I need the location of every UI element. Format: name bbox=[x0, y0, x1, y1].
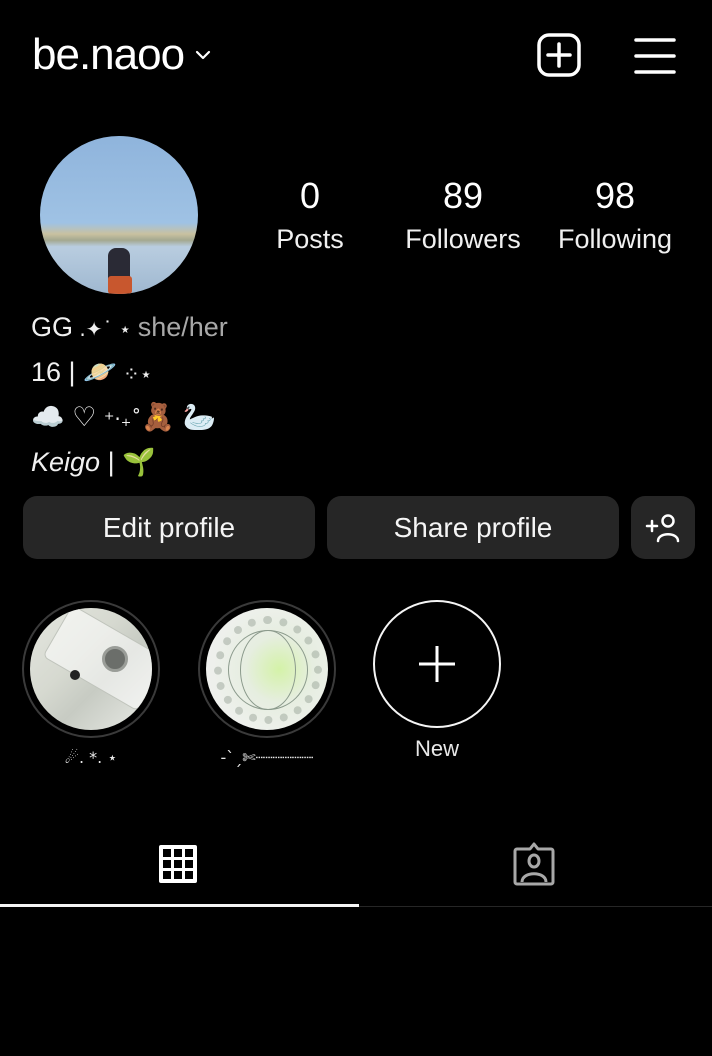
edit-profile-button[interactable]: Edit profile bbox=[23, 496, 315, 559]
bio-age: 16 | bbox=[31, 357, 84, 387]
highlight-label: ☄︎. *. ⋆ bbox=[64, 748, 118, 767]
bio-separator: | bbox=[100, 447, 123, 477]
sparkle-decoration-2: ⁺‧₊˚ bbox=[103, 407, 142, 431]
posts-count: 0 bbox=[299, 175, 321, 216]
name-decoration: .✦˙ ⋆ bbox=[73, 317, 138, 341]
add-person-icon bbox=[645, 513, 680, 542]
profile-tabs bbox=[0, 820, 712, 908]
tab-divider bbox=[359, 906, 712, 907]
bio: GG .✦˙ ⋆ she/her 16 | 🪐 ⁘⋆ ☁️ ♡ ⁺‧₊˚🧸 🦢 … bbox=[31, 306, 228, 484]
sparkle-decoration: ⁘⋆ bbox=[116, 362, 153, 386]
bio-name-line: GG .✦˙ ⋆ she/her bbox=[31, 306, 228, 351]
new-highlight-button[interactable]: New bbox=[367, 600, 507, 762]
stat-following[interactable]: 98 Following bbox=[540, 176, 690, 256]
seedling-emoji: 🌱 bbox=[122, 447, 156, 477]
planet-emoji: 🪐 bbox=[83, 357, 117, 387]
bio-line-4: Keigo | 🌱 bbox=[31, 441, 228, 484]
bio-keigo: Keigo bbox=[31, 447, 101, 477]
display-name: GG bbox=[31, 312, 74, 342]
plus-icon bbox=[419, 646, 455, 682]
hamburger-menu-icon[interactable] bbox=[634, 36, 676, 78]
pronouns: she/her bbox=[137, 312, 228, 342]
new-post-icon[interactable] bbox=[536, 32, 582, 78]
cassette-shape bbox=[42, 608, 152, 712]
tab-posts-grid[interactable] bbox=[0, 820, 356, 908]
cassette-reel bbox=[102, 646, 128, 672]
avatar-figure-reflection bbox=[108, 276, 132, 294]
new-highlight-label: New bbox=[414, 736, 459, 761]
bio-line-3: ☁️ ♡ ⁺‧₊˚🧸 🦢 bbox=[31, 396, 228, 441]
active-tab-indicator bbox=[0, 904, 359, 907]
cassette-dot bbox=[70, 670, 80, 680]
new-highlight-circle bbox=[373, 600, 501, 728]
avatar[interactable] bbox=[40, 136, 198, 294]
share-profile-button[interactable]: Share profile bbox=[327, 496, 619, 559]
highlight-ring bbox=[22, 600, 160, 738]
swan-emoji: 🦢 bbox=[182, 402, 217, 432]
grid-icon bbox=[159, 845, 197, 883]
teddy-bear-emoji: 🧸 bbox=[141, 402, 175, 432]
highlight-cover-cassette bbox=[30, 608, 152, 730]
highlight-label: -ˋˏ✄┈┈┈┈┈┈ bbox=[220, 748, 314, 767]
highlight-cover-globe bbox=[206, 608, 328, 730]
posts-label: Posts bbox=[276, 224, 344, 254]
highlight-ring bbox=[198, 600, 336, 738]
account-switcher[interactable]: be.naoo bbox=[32, 30, 212, 80]
story-highlight[interactable]: ☄︎. *. ⋆ bbox=[21, 600, 161, 767]
following-count: 98 bbox=[594, 175, 636, 216]
chevron-down-icon bbox=[195, 50, 211, 60]
globe-meridian bbox=[240, 630, 296, 710]
stat-followers[interactable]: 89 Followers bbox=[388, 176, 538, 256]
profile-stats: 0 Posts 89 Followers 98 Following bbox=[250, 176, 700, 266]
followers-count: 89 bbox=[442, 175, 484, 216]
discover-people-button[interactable] bbox=[631, 496, 695, 559]
following-label: Following bbox=[557, 224, 673, 254]
followers-label: Followers bbox=[405, 224, 521, 254]
tagged-person-icon bbox=[513, 842, 555, 886]
top-bar: be.naoo bbox=[0, 0, 712, 112]
heart-symbol: ♡ bbox=[64, 402, 104, 432]
username: be.naoo bbox=[32, 30, 185, 79]
cloud-emoji: ☁️ bbox=[31, 402, 65, 432]
tab-tagged[interactable] bbox=[356, 820, 712, 908]
story-highlight[interactable]: -ˋˏ✄┈┈┈┈┈┈ bbox=[197, 600, 337, 767]
bio-line-2: 16 | 🪐 ⁘⋆ bbox=[31, 351, 228, 396]
stat-posts[interactable]: 0 Posts bbox=[235, 176, 385, 256]
